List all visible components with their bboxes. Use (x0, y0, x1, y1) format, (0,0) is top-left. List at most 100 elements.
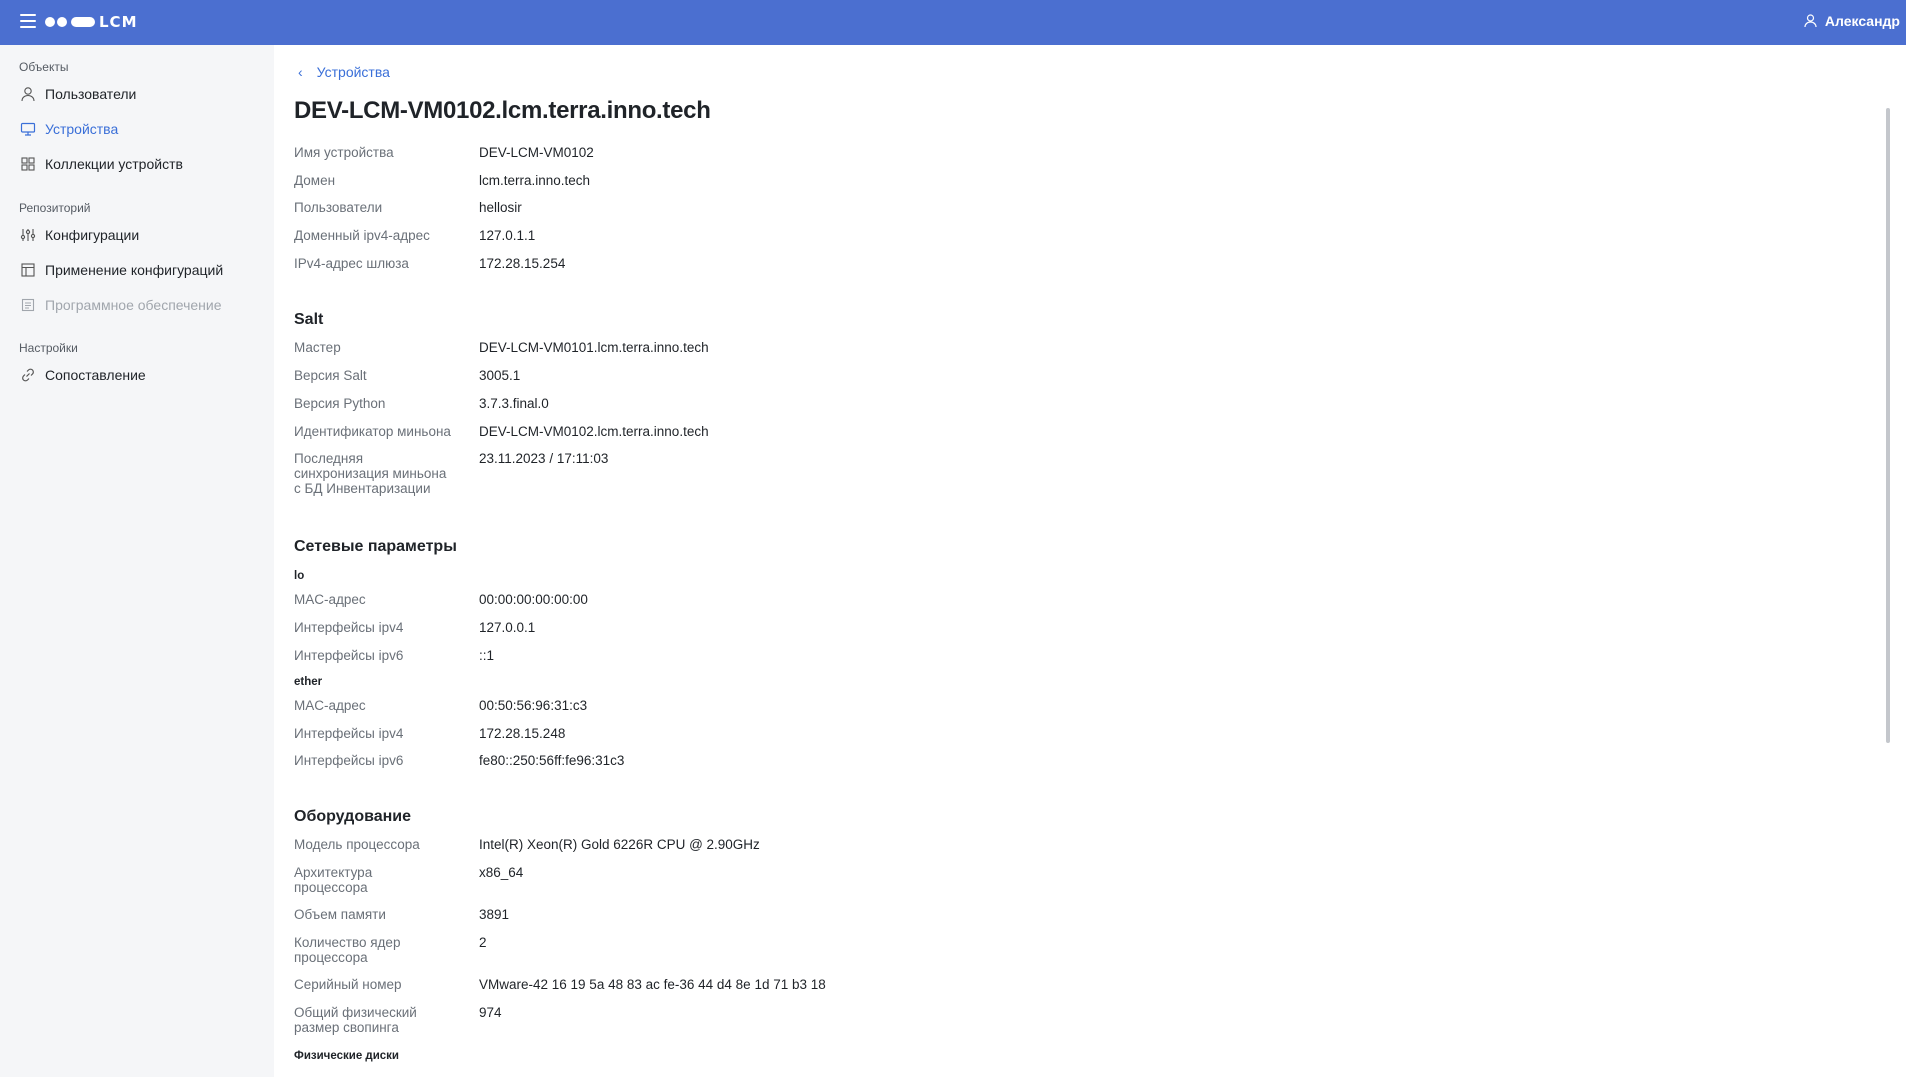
label-line: синхронизация миньона (294, 466, 447, 481)
breadcrumb-label: Устройства (316, 64, 390, 80)
info-value: Intel(R) Xeon(R) Gold 6226R CPU @ 2.90GH… (479, 837, 760, 852)
info-value: hellosir (479, 200, 522, 215)
physical-disks-subhead: Физические диски (294, 1050, 399, 1062)
user-icon (1804, 14, 1817, 28)
sidebar-item-label: Конфигурации (45, 227, 140, 243)
sidebar-item-device-collections[interactable]: Коллекции устройств (20, 152, 183, 176)
info-value: ::1 (479, 648, 495, 663)
info-value: 00:00:00:00:00:00 (479, 592, 588, 607)
info-value: 23.11.2023 / 17:11:03 (479, 451, 609, 466)
sidebar-item-label: Программное обеспечение (45, 297, 222, 313)
sidebar-item-apply-configurations[interactable]: Применение конфигураций (20, 258, 223, 282)
info-value: VMware-42 16 19 5a 48 83 ac fe-36 44 d4 … (479, 977, 826, 992)
grid-icon (20, 156, 36, 172)
info-label: Модель процессора (294, 837, 464, 852)
section-title-salt: Salt (294, 311, 324, 328)
sidebar: Объекты Пользователи Устройства Коллекци… (0, 45, 274, 1077)
hamburger-menu-icon[interactable] (20, 14, 36, 28)
info-label: Последняя синхронизация миньона с БД Инв… (294, 451, 464, 496)
info-value: fe80::250:56ff:fe96:31c3 (479, 753, 625, 768)
link-icon (20, 367, 36, 383)
info-label: Имя устройства (294, 145, 394, 160)
logo-dot (57, 17, 67, 27)
label-line: Количество ядер (294, 935, 401, 950)
interface-name: ether (294, 676, 323, 688)
label-line: Общий физический (294, 1005, 417, 1020)
label-line: Серийный номер (294, 977, 402, 992)
label-line: Последняя (294, 451, 364, 466)
package-icon (20, 297, 36, 313)
logo-text: LCM (99, 13, 138, 31)
info-value: 3891 (479, 907, 510, 922)
info-label: Серийный номер (294, 977, 464, 992)
info-value: x86_64 (479, 865, 524, 880)
label-line: Архитектура (294, 865, 373, 880)
info-value: 00:50:56:96:31:c3 (479, 698, 588, 713)
vertical-scrollbar[interactable] (1886, 108, 1890, 743)
top-bar: LCM Александр (0, 0, 1906, 45)
label-line: размер свопинга (294, 1020, 399, 1035)
sidebar-item-label: Коллекции устройств (45, 156, 183, 172)
info-value: 974 (479, 1005, 502, 1020)
info-value: 172.28.15.254 (479, 256, 566, 271)
label-line: с БД Инвентаризации (294, 481, 431, 496)
sidebar-group-objects: Объекты (19, 60, 69, 74)
info-label: Версия Python (294, 396, 386, 411)
info-value: 127.0.0.1 (479, 620, 536, 635)
layout-icon (20, 262, 36, 278)
logo-pill (71, 17, 95, 27)
info-value: 2 (479, 935, 487, 950)
sidebar-group-repository: Репозиторий (19, 201, 91, 215)
section-title-hardware: Оборудование (294, 808, 412, 825)
sidebar-group-settings: Настройки (19, 341, 78, 355)
info-label: Идентификатор миньона (294, 424, 451, 439)
users-icon (20, 86, 36, 102)
info-label: Мастер (294, 340, 341, 355)
info-label: Интерфейсы ipv6 (294, 753, 404, 768)
info-value: 172.28.15.248 (479, 726, 566, 741)
label-line: процессора (294, 950, 368, 965)
app-logo[interactable]: LCM (45, 13, 138, 31)
info-value: DEV-LCM-VM0102.lcm.terra.inno.tech (479, 424, 709, 439)
info-label: MAC-адрес (294, 698, 366, 713)
sidebar-item-label: Применение конфигураций (45, 262, 224, 278)
info-label: Пользователи (294, 200, 383, 215)
monitor-icon (20, 121, 36, 137)
info-label: Архитектура процессора (294, 865, 464, 895)
sidebar-item-devices[interactable]: Устройства (20, 117, 118, 141)
info-label: IPv4-адрес шлюза (294, 256, 409, 271)
interface-name: lo (294, 570, 305, 582)
info-label: Домен (294, 173, 336, 188)
info-label: Доменный ipv4-адрес (294, 228, 430, 243)
info-value: lcm.terra.inno.tech (479, 173, 591, 188)
main-content: ‹ Устройства DEV-LCM-VM0102.lcm.terra.in… (274, 45, 1894, 1077)
sidebar-item-label: Сопоставление (45, 367, 146, 383)
chevron-left-icon: ‹ (298, 64, 303, 80)
page-title: DEV-LCM-VM0102.lcm.terra.inno.tech (294, 97, 711, 124)
label-line: процессора (294, 880, 368, 895)
sidebar-item-configurations[interactable]: Конфигурации (20, 223, 139, 247)
info-value: 3005.1 (479, 368, 521, 383)
sidebar-item-label: Пользователи (45, 86, 137, 102)
section-title-network: Сетевые параметры (294, 538, 457, 555)
logo-dot (45, 17, 55, 27)
info-label: Объем памяти (294, 907, 464, 922)
sidebar-item-software[interactable]: Программное обеспечение (20, 293, 222, 317)
sliders-icon (20, 227, 36, 243)
info-label: Интерфейсы ipv6 (294, 648, 404, 663)
user-name: Александр (1824, 13, 1900, 29)
sidebar-item-users[interactable]: Пользователи (20, 82, 136, 106)
breadcrumb-back[interactable]: ‹ Устройства (298, 64, 390, 80)
info-value: DEV-LCM-VM0102 (479, 145, 594, 160)
info-label: Интерфейсы ipv4 (294, 726, 404, 741)
info-label: Версия Salt (294, 368, 367, 383)
label-line: Объем памяти (294, 907, 386, 922)
sidebar-item-label: Устройства (45, 121, 119, 137)
info-label: Количество ядер процессора (294, 935, 464, 965)
sidebar-item-mapping[interactable]: Сопоставление (20, 363, 146, 387)
info-value: DEV-LCM-VM0101.lcm.terra.inno.tech (479, 340, 709, 355)
info-label: MAC-адрес (294, 592, 366, 607)
info-value: 127.0.1.1 (479, 228, 536, 243)
info-label: Интерфейсы ipv4 (294, 620, 404, 635)
user-menu[interactable]: Александр (1804, 13, 1900, 29)
